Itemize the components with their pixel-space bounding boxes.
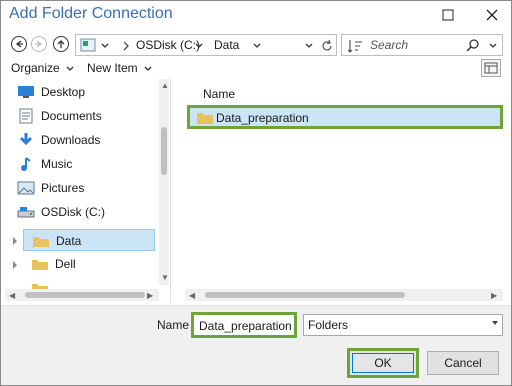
location-icon <box>80 38 96 52</box>
sidebar-item-label: Documents <box>41 109 102 123</box>
folder-icon <box>197 113 213 124</box>
name-field[interactable]: Data_preparation <box>191 312 297 338</box>
address-bar[interactable]: OSDisk (C:) Data <box>75 34 337 56</box>
search-box[interactable]: Search <box>341 34 503 56</box>
sidebar-item-label: Dell <box>55 257 76 271</box>
back-button[interactable] <box>11 36 27 52</box>
search-icon[interactable] <box>466 39 480 53</box>
crumb-data[interactable]: Data <box>214 38 239 52</box>
column-header-name[interactable]: Name <box>203 87 235 101</box>
sort-icon[interactable] <box>348 39 364 53</box>
address-history-dropdown-icon[interactable] <box>304 41 314 51</box>
arrow-right-icon <box>35 40 43 48</box>
item-type-value: Folders <box>308 318 349 332</box>
sidebar-item-label: OSDisk (C:) <box>41 205 105 219</box>
close-button[interactable] <box>477 3 507 27</box>
file-name: Data_preparation <box>216 111 309 125</box>
maximize-button[interactable] <box>433 3 463 27</box>
refresh-icon <box>322 39 332 51</box>
navigation-horizontal-scrollbar[interactable]: ◀ ▶ <box>5 289 159 301</box>
up-button[interactable] <box>53 36 69 52</box>
folder-icon <box>33 237 49 247</box>
chevron-down-icon[interactable] <box>100 41 110 51</box>
content-horizontal-scrollbar[interactable]: ◀ ▶ <box>185 289 503 301</box>
downloads-icon <box>19 133 33 146</box>
search-options-dropdown-icon[interactable] <box>488 41 498 51</box>
music-icon <box>21 157 31 171</box>
item-type-select[interactable]: Folders <box>303 314 503 336</box>
sidebar-item-label: Downloads <box>41 133 101 147</box>
sidebar-item-documents[interactable]: Documents <box>5 105 155 127</box>
pictures-icon <box>17 181 35 195</box>
ok-button-label: OK <box>374 356 392 370</box>
sidebar-item-desktop[interactable]: Desktop <box>5 81 155 103</box>
sidebar-item-osdisk[interactable]: OSDisk (C:) <box>5 201 155 223</box>
scroll-up-icon[interactable]: ▲ <box>161 81 169 90</box>
crumb-osdisk[interactable]: OSDisk (C:) <box>136 38 200 52</box>
sidebar-item-label: Data <box>56 234 82 248</box>
details-view-icon <box>484 62 498 74</box>
title-bar: Add Folder Connection <box>1 1 511 29</box>
dialog-footer: Name Data_preparation Folders OK Cancel <box>1 305 511 385</box>
command-bar: Organize New Item <box>1 59 511 79</box>
dialog-title: Add Folder Connection <box>9 5 173 22</box>
chevron-down-icon[interactable] <box>143 64 153 74</box>
scroll-right-icon[interactable]: ▶ <box>491 291 497 300</box>
new-item-menu[interactable]: New Item <box>87 61 138 75</box>
cancel-button[interactable]: Cancel <box>427 351 499 375</box>
chevron-right-icon <box>123 41 129 51</box>
sidebar-item-dell[interactable]: Dell <box>23 253 155 275</box>
sidebar-item-label: Pictures <box>41 181 85 195</box>
dropdown-arrow-icon[interactable] <box>492 321 498 325</box>
name-field-value[interactable]: Data_preparation <box>199 319 292 333</box>
arrow-left-icon <box>15 40 23 48</box>
expand-data-chevron-icon[interactable] <box>13 237 17 245</box>
chevron-down-icon[interactable] <box>194 41 204 51</box>
sidebar-item-downloads[interactable]: Downloads <box>5 129 155 151</box>
scrollbar-thumb[interactable] <box>161 127 167 175</box>
arrow-up-icon <box>57 40 65 48</box>
desktop-icon <box>18 86 34 98</box>
chevron-down-icon[interactable] <box>252 41 262 51</box>
ok-button[interactable]: OK <box>347 348 419 378</box>
scrollbar-thumb[interactable] <box>25 292 145 298</box>
scroll-right-icon[interactable]: ▶ <box>147 291 153 300</box>
sidebar-item-label: Desktop <box>41 85 86 99</box>
folder-icon <box>32 260 48 270</box>
sidebar-item-label: Music <box>41 157 73 171</box>
scroll-left-icon[interactable]: ◀ <box>189 291 195 300</box>
view-options-button[interactable] <box>481 59 501 77</box>
file-row-data-preparation[interactable]: Data_preparation <box>187 105 503 129</box>
maximize-icon <box>442 9 454 21</box>
documents-icon <box>19 108 33 124</box>
scroll-left-icon[interactable]: ◀ <box>9 291 15 300</box>
sidebar-item-data[interactable]: Data <box>23 229 155 251</box>
search-input[interactable]: Search <box>370 38 408 52</box>
name-label: Name <box>157 318 190 332</box>
navigation-pane: Desktop Documents Downloads Music Pictur… <box>5 79 171 303</box>
chevron-down-icon[interactable] <box>65 64 75 74</box>
expand-dell-chevron-icon[interactable] <box>13 261 17 269</box>
sidebar-item-music[interactable]: Music <box>5 153 155 175</box>
ok-button-focus[interactable]: OK <box>352 353 414 373</box>
close-icon <box>486 9 498 21</box>
cancel-button-label: Cancel <box>444 356 482 370</box>
forward-button[interactable] <box>31 36 47 52</box>
drive-icon <box>17 207 35 218</box>
navigation-vertical-scrollbar[interactable]: ▲ ▼ <box>159 79 169 285</box>
scroll-down-icon[interactable]: ▼ <box>161 273 169 282</box>
address-row: OSDisk (C:) Data Search <box>1 31 511 59</box>
sidebar-item-pictures[interactable]: Pictures <box>5 177 155 199</box>
scrollbar-thumb[interactable] <box>205 292 405 298</box>
file-list: Name Data_preparation ◀ ▶ <box>181 79 507 303</box>
refresh-button[interactable] <box>318 37 336 55</box>
add-folder-connection-dialog: Add Folder Connection OSDisk (C:) Data S… <box>0 0 512 386</box>
organize-menu[interactable]: Organize <box>11 61 60 75</box>
